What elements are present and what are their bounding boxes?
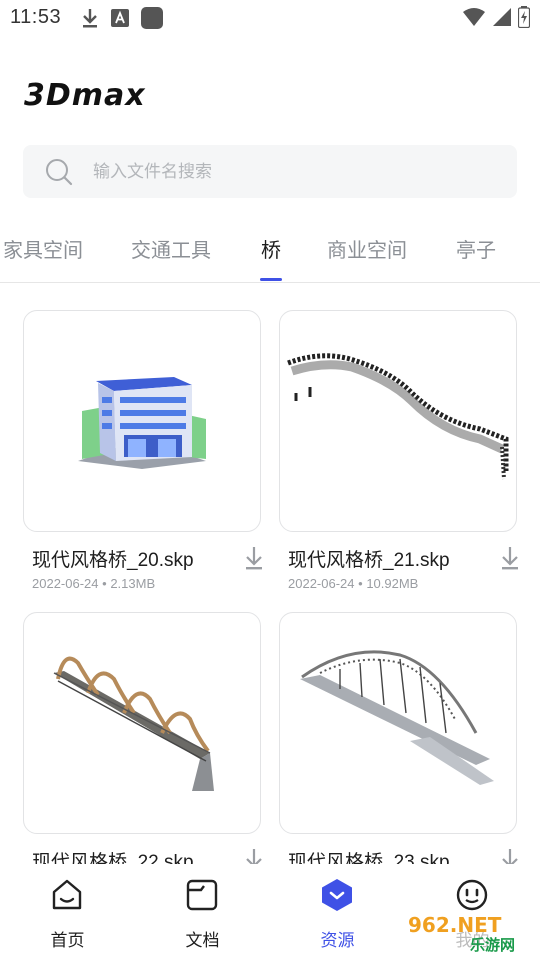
wifi-icon [462, 7, 486, 32]
home-icon [50, 878, 84, 917]
tab-commercial-space[interactable]: 商业空间 [327, 234, 407, 263]
file-size: 10.92MB [366, 576, 419, 591]
file-meta: 2022-06-24 • 2.13MB [32, 576, 155, 591]
file-meta: 2022-06-24 • 10.92MB [288, 576, 418, 591]
nav-home[interactable]: 首页 [0, 864, 135, 960]
status-system-icons [462, 6, 531, 33]
arch-footbridge-model-thumbnail [53, 656, 214, 791]
nav-home-label: 首页 [50, 931, 85, 950]
file-size: 2.13MB [110, 576, 156, 591]
file-date: 2022-06-24 [32, 576, 99, 591]
search-box[interactable] [23, 145, 517, 198]
arch-bridge-model-thumbnail [300, 650, 494, 785]
status-time: 11:53 [10, 6, 62, 28]
file-name[interactable]: 现代风格桥_20.skp [32, 545, 194, 572]
battery-icon [517, 6, 531, 33]
status-notification-icons [80, 6, 164, 35]
font-notification-icon [110, 8, 130, 33]
file-card[interactable] [23, 612, 261, 834]
download-icon[interactable] [499, 545, 521, 576]
resource-icon [320, 878, 354, 917]
nav-documents[interactable]: 文档 [135, 864, 270, 960]
meta-separator: • [358, 576, 363, 591]
nav-resources-label: 资源 [320, 931, 355, 950]
watermark-logo: 962.NET 乐游网 [402, 910, 536, 956]
nav-resources[interactable]: 资源 [270, 864, 405, 960]
app-logo: 3Dmax [24, 78, 146, 113]
file-card[interactable] [279, 310, 517, 532]
folder-icon [185, 878, 219, 917]
tabs-divider [0, 282, 540, 283]
download-notification-icon [80, 7, 100, 34]
app-notification-icon [140, 6, 164, 35]
curved-bridge-model-thumbnail [287, 353, 509, 480]
watermark-top-text: 962.NET [408, 913, 502, 937]
tab-bridge[interactable]: 桥 [261, 234, 281, 263]
file-card[interactable] [279, 612, 517, 834]
building-model-thumbnail [78, 377, 206, 469]
tab-vehicles[interactable]: 交通工具 [131, 234, 211, 263]
tab-pavilion[interactable]: 亭子 [456, 234, 496, 263]
tab-furniture-space[interactable]: 家具空间 [3, 234, 83, 263]
tab-active-indicator [260, 278, 282, 281]
category-tabs: 家具空间 交通工具 桥 商业空间 亭子 [0, 226, 540, 282]
search-icon [45, 158, 73, 191]
meta-separator: • [102, 576, 107, 591]
signal-icon [492, 7, 512, 32]
watermark-bottom-text: 乐游网 [470, 936, 515, 954]
search-input[interactable] [93, 145, 493, 198]
status-bar: 11:53 [0, 0, 540, 36]
file-date: 2022-06-24 [288, 576, 355, 591]
file-card[interactable] [23, 310, 261, 532]
file-name[interactable]: 现代风格桥_21.skp [288, 545, 450, 572]
nav-documents-label: 文档 [185, 931, 220, 950]
download-icon[interactable] [243, 545, 265, 576]
